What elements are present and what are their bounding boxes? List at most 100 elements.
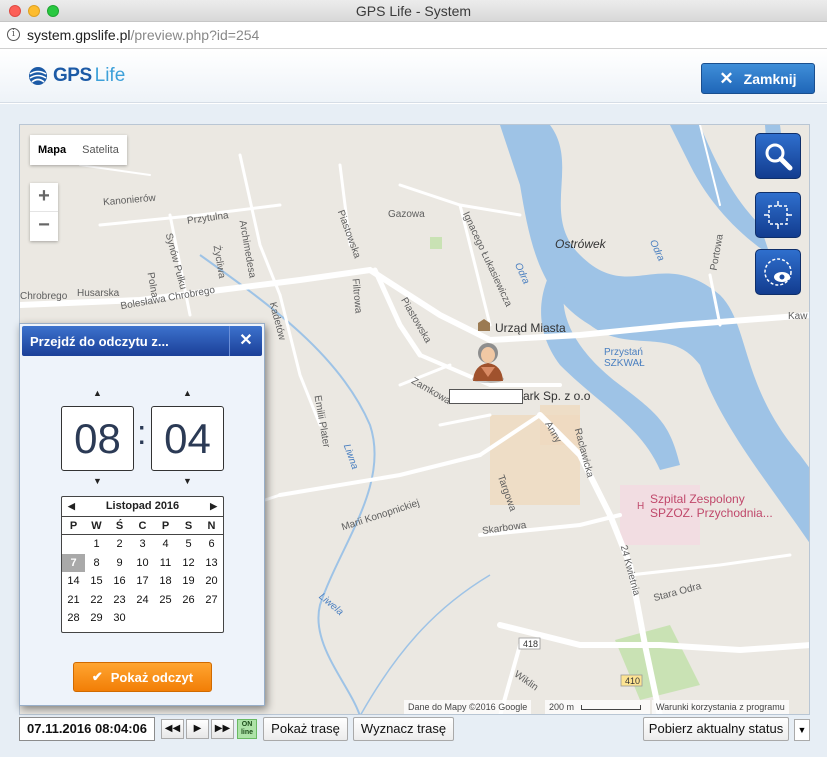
calendar-month: Listopad 2016 xyxy=(105,500,180,512)
calendar-day[interactable]: 22 xyxy=(85,591,108,610)
hour-down-button[interactable]: ▼ xyxy=(93,476,102,486)
search-icon xyxy=(765,143,793,171)
weekday-header: Ś xyxy=(108,517,131,535)
online-bottom-text: line xyxy=(240,729,254,736)
rewind-button[interactable]: ◀◀ xyxy=(161,719,184,739)
road-number: 410 xyxy=(625,676,641,686)
calendar: ◀ Listopad 2016 ▶ P W Ś C P S N 1 2 3 4 5 6 7 8 9 10 11 12… xyxy=(61,496,224,633)
calendar-day[interactable]: 7 xyxy=(62,553,85,572)
calendar-day[interactable]: 29 xyxy=(85,609,108,628)
get-status-button[interactable]: Pobierz aktualny status xyxy=(643,717,789,741)
calendar-day[interactable]: 3 xyxy=(131,535,154,554)
calendar-day[interactable]: 15 xyxy=(85,572,108,591)
calendar-day[interactable]: 9 xyxy=(108,554,131,573)
calendar-day[interactable]: 24 xyxy=(131,591,154,610)
calendar-day[interactable]: 13 xyxy=(200,554,223,573)
hour-up-button[interactable]: ▲ xyxy=(93,388,102,398)
calendar-day[interactable]: 8 xyxy=(85,554,108,573)
online-top-text: ON xyxy=(241,721,253,728)
calendar-day[interactable]: 1 xyxy=(85,535,108,554)
zoom-out-button[interactable]: − xyxy=(30,212,58,241)
calendar-day[interactable]: 11 xyxy=(154,554,177,573)
calendar-day[interactable]: 17 xyxy=(131,572,154,591)
current-datetime: 07.11.2016 08:04:06 xyxy=(19,717,155,741)
online-toggle[interactable]: ON line xyxy=(237,719,257,739)
info-icon[interactable]: i xyxy=(7,28,20,41)
calendar-day[interactable]: 30 xyxy=(108,609,131,628)
url-text[interactable]: system.gpslife.pl/preview.php?id=254 xyxy=(27,27,259,43)
tab-mapa[interactable]: Mapa xyxy=(30,135,74,165)
prev-month-button[interactable]: ◀ xyxy=(68,497,75,516)
logo-life-text: Life xyxy=(94,65,126,86)
street-label: Chrobrego xyxy=(20,291,68,302)
hour-field[interactable]: 08 xyxy=(61,406,134,471)
street-label: Husarska xyxy=(77,288,120,299)
calendar-day[interactable]: 14 xyxy=(62,572,85,591)
show-reading-button[interactable]: ✔ Pokaż odczyt xyxy=(73,662,212,692)
weekday-header: S xyxy=(177,517,200,535)
show-reading-label: Pokaż odczyt xyxy=(110,669,194,685)
calendar-day[interactable]: 12 xyxy=(177,554,200,573)
calendar-empty-cell xyxy=(62,535,85,554)
place-label: SPZOZ. Przychodnia... xyxy=(650,506,773,520)
weekday-header: N xyxy=(200,517,223,535)
plan-route-button[interactable]: Wyznacz trasę xyxy=(353,717,454,741)
select-area-button[interactable] xyxy=(755,192,801,238)
place-label: Szpital Zespolony xyxy=(650,492,745,506)
calendar-header: ◀ Listopad 2016 ▶ xyxy=(62,497,223,517)
weekday-header: C xyxy=(131,517,154,535)
search-map-button[interactable] xyxy=(755,133,801,179)
calendar-empty-cell xyxy=(177,609,200,628)
app-header: GPS Life ✕ Zamknij xyxy=(0,50,827,103)
calendar-day[interactable]: 5 xyxy=(177,535,200,554)
calendar-day[interactable]: 28 xyxy=(62,609,85,628)
gpslife-logo: GPS Life xyxy=(27,64,125,88)
calendar-day[interactable]: 16 xyxy=(108,572,131,591)
calendar-day[interactable]: 10 xyxy=(131,554,154,573)
status-dropdown-button[interactable]: ▼ xyxy=(794,719,810,741)
fast-forward-button[interactable]: ▶▶ xyxy=(211,719,234,739)
select-area-icon xyxy=(764,201,792,229)
view-area-button[interactable] xyxy=(755,249,801,295)
fast-forward-icon: ▶▶ xyxy=(214,723,231,734)
close-button[interactable]: ✕ Zamknij xyxy=(701,63,815,94)
minute-field[interactable]: 04 xyxy=(151,406,224,471)
calendar-grid: P W Ś C P S N 1 2 3 4 5 6 7 8 9 10 11 12 13 14 15 16 17 18 19 20 21… xyxy=(62,517,223,628)
calendar-day[interactable]: 6 xyxy=(200,535,223,554)
tab-satelita[interactable]: Satelita xyxy=(74,135,127,165)
weekday-header: W xyxy=(85,517,108,535)
bottom-toolbar: 07.11.2016 08:04:06 ◀◀ ▶ ▶▶ ON line Poka… xyxy=(0,711,827,757)
calendar-empty-cell xyxy=(200,609,223,628)
street-label: Kaw xyxy=(788,311,808,322)
person-marker-icon[interactable] xyxy=(468,337,508,383)
panel-close-button[interactable]: ✕ xyxy=(229,326,262,356)
calendar-day[interactable]: 25 xyxy=(154,591,177,610)
vehicle-label-box xyxy=(449,389,523,404)
close-icon: ✕ xyxy=(239,332,253,349)
calendar-day[interactable]: 23 xyxy=(108,591,131,610)
calendar-day[interactable]: 20 xyxy=(200,572,223,591)
calendar-empty-cell xyxy=(131,609,154,628)
time-separator: : xyxy=(137,414,147,452)
street-label: Gazowa xyxy=(388,209,425,220)
calendar-day[interactable]: 27 xyxy=(200,591,223,610)
address-bar[interactable]: i system.gpslife.pl/preview.php?id=254 xyxy=(0,22,827,49)
check-icon: ✔ xyxy=(91,669,103,684)
calendar-day[interactable]: 4 xyxy=(154,535,177,554)
play-button[interactable]: ▶ xyxy=(186,719,209,739)
calendar-day[interactable]: 26 xyxy=(177,591,200,610)
next-month-button[interactable]: ▶ xyxy=(210,497,217,516)
calendar-day[interactable]: 21 xyxy=(62,591,85,610)
place-label: Przystań xyxy=(604,347,643,358)
place-label: Urząd Miasta xyxy=(495,321,566,335)
calendar-day[interactable]: 19 xyxy=(177,572,200,591)
zoom-in-button[interactable]: + xyxy=(30,183,58,212)
minute-up-button[interactable]: ▲ xyxy=(183,388,192,398)
minute-down-button[interactable]: ▼ xyxy=(183,476,192,486)
calendar-day[interactable]: 18 xyxy=(154,572,177,591)
show-route-button[interactable]: Pokaż trasę xyxy=(263,717,348,741)
calendar-day[interactable]: 2 xyxy=(108,535,131,554)
goto-reading-panel: Przejdź do odczytu z... ✕ ▲ ▲ 08 : 04 ▼ … xyxy=(19,323,265,706)
svg-text:H: H xyxy=(637,501,644,512)
panel-header: Przejdź do odczytu z... ✕ xyxy=(22,326,262,356)
